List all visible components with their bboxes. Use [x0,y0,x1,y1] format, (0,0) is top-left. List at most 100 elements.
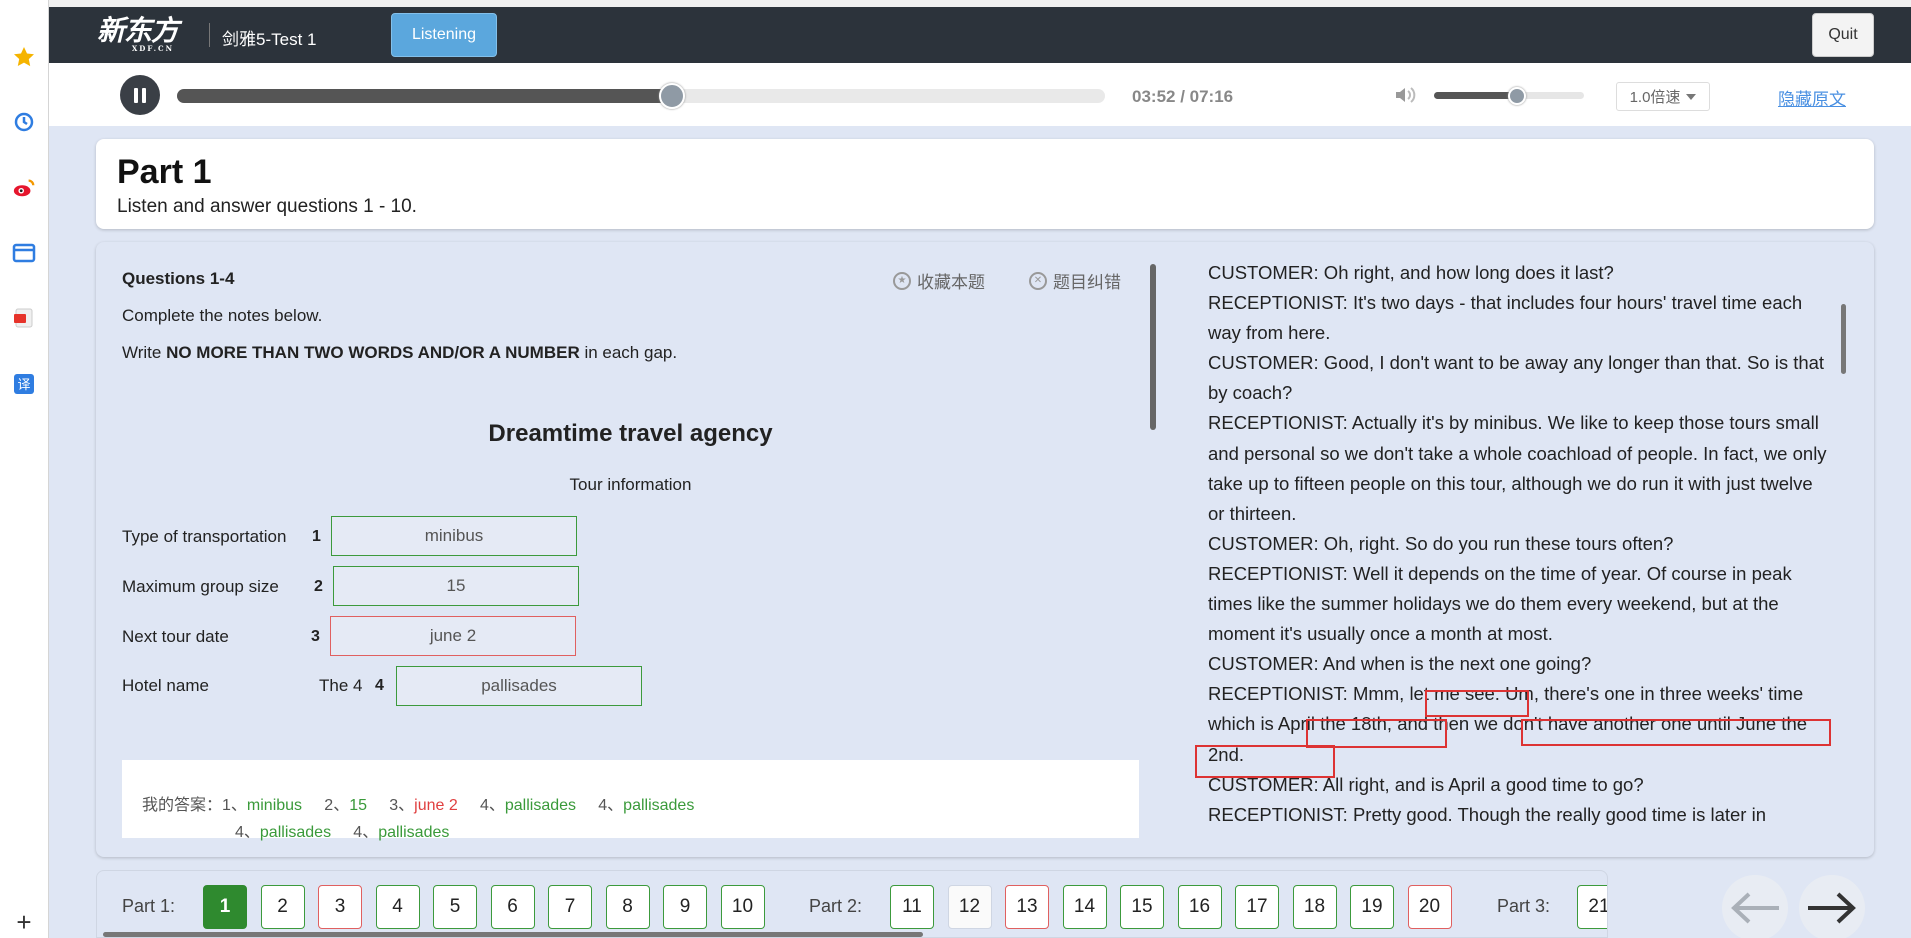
question-button-1[interactable]: 1 [203,885,247,929]
transcript-line: RECEPTIONIST: Well it depends on the tim… [1208,562,1792,645]
question-button-13[interactable]: 13 [1005,885,1049,929]
answer-field-1[interactable]: minibus [331,516,577,556]
report-label: 题目纠错 [1053,273,1121,292]
header-divider [209,23,210,47]
part-label: Part 1: [122,896,176,916]
transcript-line: CUSTOMER: Oh right, and how long does it… [1208,262,1614,283]
arrow-right-icon [1808,892,1856,924]
speed-select[interactable]: 1.0倍速 [1616,82,1710,111]
progress-track[interactable] [177,83,1105,109]
question-number: 2 [314,578,323,595]
question-button-6[interactable]: 6 [490,885,535,929]
answer-field-4[interactable]: pallisades [396,666,642,706]
question-button-16[interactable]: 16 [1177,885,1222,929]
transcript-line: RECEPTIONIST: Actually it's by minibus. … [1208,412,1827,524]
question-button-3[interactable]: 3 [318,885,362,929]
progress-handle[interactable] [658,83,685,109]
question-panel: Questions 1-4 ★ 收藏本题 ✕ 题目纠错 Complete the… [96,242,1874,857]
question-button-4[interactable]: 4 [375,885,420,929]
question-number: 1 [312,528,321,545]
report-error-button[interactable]: ✕ 题目纠错 [1029,268,1121,293]
transcript-line: CUSTOMER: And when is the next one going… [1208,653,1592,675]
prev-button[interactable] [1722,875,1788,938]
listening-tab[interactable]: Listening [391,13,497,57]
speed-label: 1.0倍速 [1629,89,1681,106]
volume-handle[interactable] [1507,87,1526,105]
transcript: CUSTOMER: Oh right, and how long does it… [1208,258,1828,830]
quit-button[interactable]: Quit [1812,13,1874,57]
instruction-2: Write NO MORE THAN TWO WORDS AND/OR A NU… [122,343,678,362]
transcript-scrollbar[interactable] [1841,304,1846,374]
weibo-icon[interactable] [12,176,36,200]
answer-field-2[interactable]: 15 [333,566,579,606]
volume-fill [1434,92,1517,99]
question-button-8[interactable]: 8 [605,885,650,929]
part-title: Part 1 [117,153,212,191]
question-button-10[interactable]: 10 [720,885,765,929]
row-label: Type of transportation [122,527,287,546]
transcript-line: RECEPTIONIST: Mmm, let me see. Um, there… [1208,683,1808,765]
add-icon[interactable]: + [12,907,36,937]
question-button-19[interactable]: 19 [1350,885,1394,929]
pdf-icon[interactable] [12,306,36,330]
question-button-7[interactable]: 7 [548,885,592,929]
translate-icon[interactable]: 译 [12,372,36,396]
progress-fill [177,89,672,103]
question-button-21[interactable]: 21 [1577,885,1607,929]
browser-icon[interactable] [12,241,36,265]
volume-track[interactable] [1434,87,1584,105]
notes-title: Dreamtime travel agency [488,420,773,447]
my-answers-line-1: 我的答案：1、minibus 2、15 3、june 2 4、pallisade… [142,797,695,814]
left-scrollbar[interactable] [1150,264,1156,430]
chevron-down-icon [1686,93,1697,100]
question-number: 4 [375,677,384,694]
pause-icon [134,87,138,103]
app-header: 新东方 XDF.CN 剑雅5-Test 1 Listening Quit [49,7,1911,63]
favorite-button[interactable]: ★ 收藏本题 [893,268,985,293]
row-label: Maximum group size [122,577,279,596]
part-label: Part 2: [809,896,863,916]
question-button-12[interactable]: 12 [947,885,992,929]
question-button-11[interactable]: 11 [890,885,934,929]
part-instruction: Listen and answer questions 1 - 10. [117,196,417,217]
close-icon: ✕ [1029,271,1047,290]
question-button-17[interactable]: 17 [1235,885,1279,929]
question-button-2[interactable]: 2 [260,885,305,929]
row-label: Next tour date [122,627,229,646]
notes-subtitle: Tour information [569,475,692,494]
audio-player: 03:52 / 07:16 1.0倍速 隐藏原文 [49,63,1911,126]
navigator-scrollbar[interactable] [103,932,923,937]
brand-logo: 新东方 XDF.CN [97,14,179,53]
instruction-1: Complete the notes below. [122,306,323,325]
questions-heading: Questions 1-4 [122,269,235,288]
my-answers-line-2: 4、pallisades 4、pallisades [235,824,450,841]
transcript-line: RECEPTIONIST: Pretty good. Though the re… [1208,803,1766,825]
question-button-9[interactable]: 9 [663,885,707,929]
row-label: Hotel name [122,676,209,695]
svg-text:译: 译 [17,378,30,393]
test-title: 剑雅5-Test 1 [222,30,317,49]
transcript-line: CUSTOMER: All right, and is April a good… [1208,773,1644,795]
history-icon[interactable] [12,110,36,134]
question-navigator: Part 1: Part 2: Part 3: 1 2 3 4 5 6 7 8 9 10 11 12 1… [96,870,1608,938]
volume-icon[interactable] [1394,85,1418,105]
question-button-14[interactable]: 14 [1062,885,1107,929]
favorite-label: 收藏本题 [917,273,985,292]
left-dock: 译 + [0,0,49,938]
pause-button[interactable] [120,75,160,115]
question-button-5[interactable]: 5 [433,885,477,929]
question-button-20[interactable]: 20 [1407,885,1452,929]
time-display: 03:52 / 07:16 [1132,87,1234,106]
next-button[interactable] [1799,875,1865,938]
arrow-left-icon [1731,892,1779,924]
hide-transcript-link[interactable]: 隐藏原文 [1778,85,1846,110]
question-button-15[interactable]: 15 [1120,885,1164,929]
star-icon[interactable] [12,45,36,69]
transcript-line: CUSTOMER: Oh, right. So do you run these… [1208,532,1674,554]
answer-field-3[interactable]: june 2 [330,616,576,656]
star-icon: ★ [893,271,911,290]
question-button-18[interactable]: 18 [1292,885,1337,929]
transcript-line: RECEPTIONIST: It's two days - that inclu… [1208,292,1803,344]
my-answers-box: 我的答案：1、minibus 2、15 3、june 2 4、pallisade… [122,760,1139,841]
row-prefix: The 4 [319,676,363,695]
